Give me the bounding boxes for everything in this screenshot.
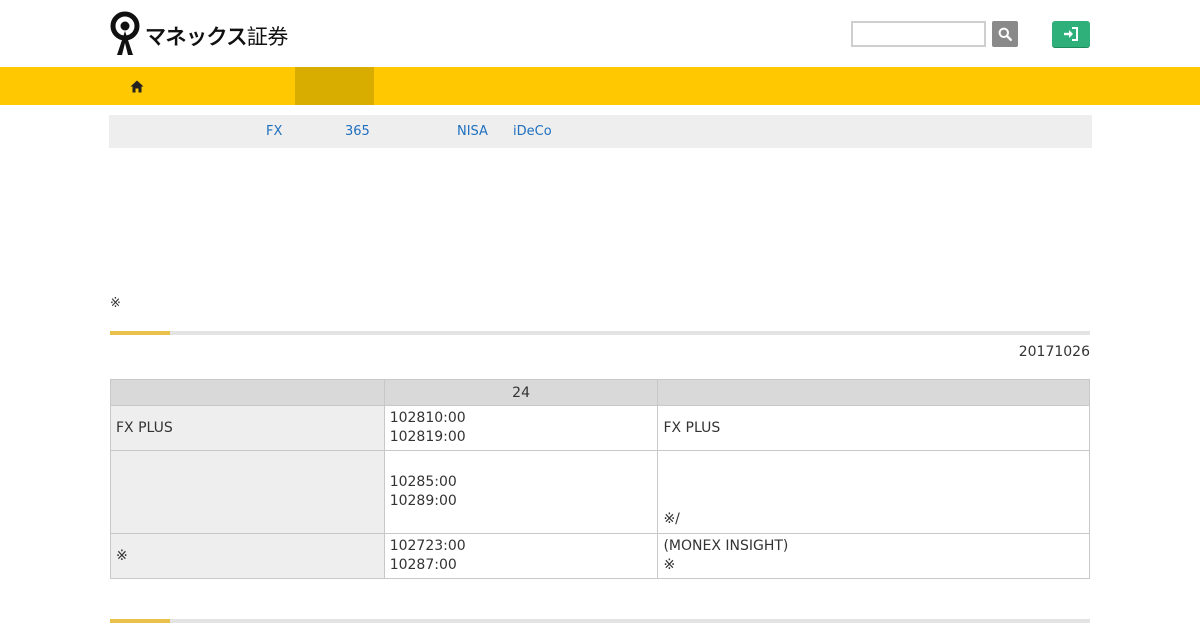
search-button[interactable] <box>992 21 1018 47</box>
schedule-table: 24 FX PLUS 102810:00 102819:00 FX PLUS 1… <box>110 379 1090 579</box>
section-divider <box>110 331 1090 335</box>
search-icon <box>998 27 1012 41</box>
note-line: ※ <box>663 557 676 573</box>
section-divider <box>110 619 1090 623</box>
row-times: 102810:00 102819:00 <box>383 405 659 451</box>
time-line: 102723:00 <box>389 538 466 554</box>
time-line: 10289:00 <box>389 493 457 509</box>
subnav-fx[interactable]: FX <box>266 124 282 139</box>
home-icon <box>130 80 144 92</box>
nav-item-active[interactable] <box>295 67 374 105</box>
row-note: (MONEX INSIGHT) ※ <box>657 533 1090 579</box>
main-nav <box>0 67 1200 105</box>
subnav-nisa[interactable]: NISA <box>457 124 488 139</box>
row-note: FX PLUS <box>657 405 1090 451</box>
site-header: マネックス証券 <box>0 0 1200 67</box>
row-label: FX PLUS <box>110 405 385 451</box>
sign-in-icon <box>1064 27 1078 41</box>
monex-logo[interactable]: マネックス証券 <box>108 11 288 57</box>
section-date: 20171026 <box>1018 344 1090 360</box>
row-times: 10285:00 10289:00 <box>383 450 659 534</box>
row-times: 102723:00 10287:00 <box>383 533 659 579</box>
time-line: 102810:00 <box>389 410 466 426</box>
subnav-365[interactable]: 365 <box>345 124 370 139</box>
time-line: 10287:00 <box>389 557 457 573</box>
notice-mark: ※ <box>110 296 121 311</box>
row-label <box>110 450 385 534</box>
table-row: 10285:00 10289:00 ※/ <box>110 450 1090 534</box>
row-label: ※ <box>110 533 385 579</box>
time-line: 102819:00 <box>389 429 466 445</box>
table-header-row: 24 <box>110 379 1090 406</box>
row-note: ※/ <box>657 450 1090 534</box>
note-line: FX PLUS <box>663 419 721 436</box>
note-line: (MONEX INSIGHT) <box>663 538 789 554</box>
table-header-cell <box>110 379 385 406</box>
subnav-ideco[interactable]: iDeCo <box>513 124 552 139</box>
search-input[interactable] <box>851 21 986 47</box>
table-header-cell <box>657 379 1090 406</box>
sub-nav: FX 365 NISA iDeCo <box>109 115 1092 148</box>
login-button[interactable] <box>1052 21 1090 47</box>
time-line: 10285:00 <box>389 474 457 490</box>
logo-text: マネックス証券 <box>145 25 288 49</box>
note-line: ※/ <box>663 511 680 527</box>
monex-mascot-icon <box>110 11 140 55</box>
nav-home[interactable] <box>118 67 156 105</box>
table-row: FX PLUS 102810:00 102819:00 FX PLUS <box>110 405 1090 451</box>
table-row: ※ 102723:00 10287:00 (MONEX INSIGHT) ※ <box>110 533 1090 579</box>
table-header-cell: 24 <box>383 379 659 406</box>
